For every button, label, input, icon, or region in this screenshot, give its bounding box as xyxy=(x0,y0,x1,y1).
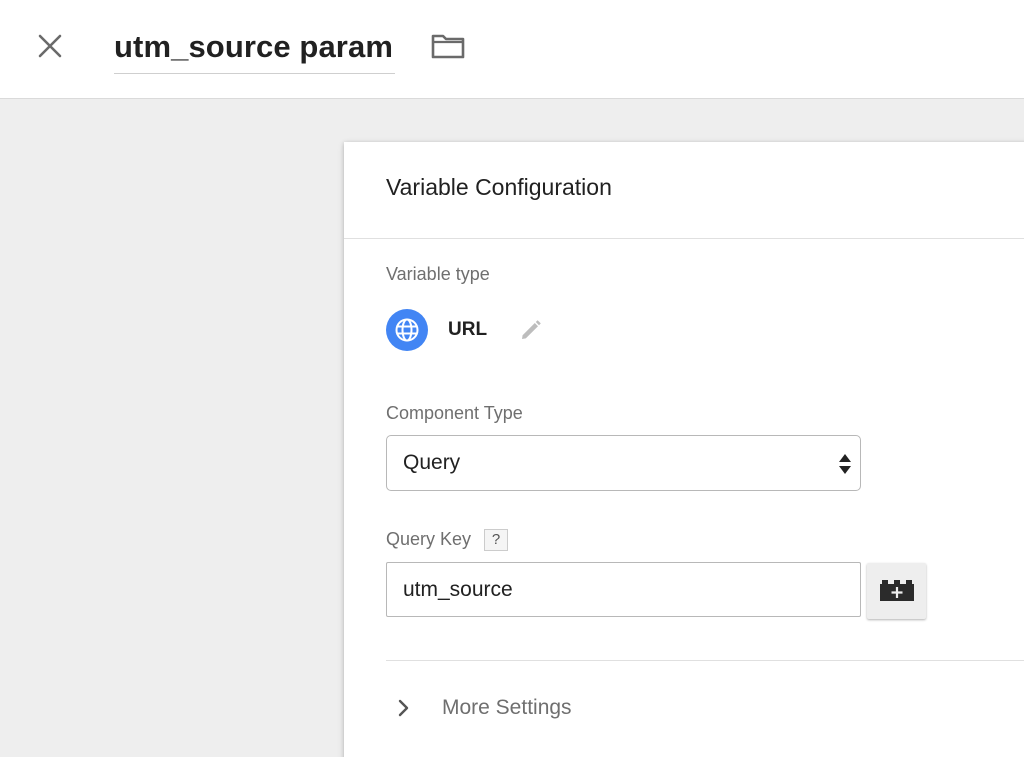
variable-name: utm_source param xyxy=(114,29,393,64)
query-key-value: utm_source xyxy=(403,577,513,601)
top-bar: utm_source param xyxy=(0,0,1024,99)
query-key-help-button[interactable]: ? xyxy=(484,529,509,552)
close-button[interactable] xyxy=(30,26,70,66)
chevron-right-icon xyxy=(392,696,416,720)
folder-button[interactable] xyxy=(428,28,468,64)
query-key-input[interactable]: utm_source xyxy=(386,562,861,617)
component-type-label: Component Type xyxy=(386,403,523,423)
variable-type-name: URL xyxy=(448,319,488,340)
section-divider xyxy=(386,660,1024,661)
more-settings-toggle[interactable]: More Settings xyxy=(386,688,572,728)
component-type-value: Query xyxy=(403,451,461,474)
variable-name-field[interactable]: utm_source param xyxy=(114,26,395,74)
more-settings-label: More Settings xyxy=(442,696,572,719)
insert-variable-button[interactable] xyxy=(867,563,926,619)
pencil-icon xyxy=(522,320,541,339)
variable-type-label: Variable type xyxy=(386,264,490,284)
card-header: Variable Configuration xyxy=(344,142,1024,239)
lego-block-add-icon xyxy=(879,580,914,601)
query-key-label: Query Key xyxy=(386,529,472,549)
folder-icon xyxy=(431,34,465,59)
globe-icon xyxy=(386,309,428,351)
variable-configuration-card: Variable Configuration Variable type URL… xyxy=(344,142,1024,757)
query-key-label-row: Query Key ? xyxy=(386,529,509,552)
close-icon xyxy=(38,34,62,58)
component-type-select[interactable]: Query xyxy=(386,435,861,491)
select-arrows-icon xyxy=(839,454,851,474)
edit-variable-type-button[interactable] xyxy=(517,316,545,344)
variable-type-row: URL xyxy=(386,309,545,351)
card-title: Variable Configuration xyxy=(386,174,612,200)
